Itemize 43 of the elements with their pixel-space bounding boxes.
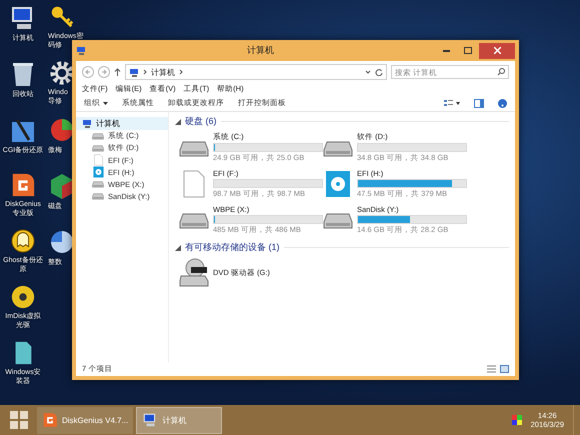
taskbar-button[interactable]: DiskGenius V4.7... — [37, 406, 134, 434]
ghost-icon — [9, 228, 37, 254]
computer-icon — [129, 68, 139, 76]
bin-icon — [11, 60, 35, 88]
dropdown-icon[interactable] — [365, 70, 371, 74]
forward-arrow-icon — [101, 69, 107, 75]
details-view-icon[interactable] — [487, 365, 496, 373]
close-icon — [494, 47, 500, 54]
computer-icon — [82, 119, 92, 128]
window-title: 计算机 — [246, 44, 275, 57]
close-button[interactable] — [479, 42, 515, 58]
up-arrow-icon[interactable] — [114, 68, 121, 76]
collapse-icon — [175, 244, 181, 250]
refresh-icon[interactable] — [375, 68, 383, 76]
help-icon[interactable] — [498, 98, 507, 108]
drive-icon — [92, 144, 104, 152]
computer-icon — [76, 46, 86, 55]
drive-icon — [92, 132, 104, 140]
windows-logo-icon[interactable] — [10, 411, 28, 429]
view-options-icon[interactable] — [444, 99, 460, 107]
dvd-drive-icon — [179, 258, 209, 288]
drive-icon — [92, 180, 104, 188]
usb-drive-icon — [92, 166, 104, 178]
usb-drive-icon — [325, 170, 351, 198]
thumbnail-view-icon[interactable] — [500, 365, 509, 373]
breadcrumb[interactable]: 计算机 — [151, 66, 175, 78]
search-icon — [497, 68, 505, 76]
minimize-icon — [442, 50, 450, 52]
group-header[interactable]: 有可移动存储的设备 (1) — [175, 241, 509, 254]
chevron-icon — [143, 69, 147, 75]
collapse-icon — [175, 118, 181, 124]
address-bar[interactable]: 计算机 — [125, 64, 387, 80]
preview-pane-icon[interactable] — [474, 98, 484, 108]
file-icon — [183, 170, 205, 198]
maximize-icon — [464, 47, 472, 54]
tray-icon[interactable] — [512, 415, 522, 425]
drive-icon — [92, 192, 104, 200]
group-header[interactable]: 硬盘 (6) — [175, 115, 509, 128]
diskgenius-icon — [42, 412, 58, 428]
back-arrow-icon — [85, 69, 91, 75]
nav-item[interactable]: 计算机 — [76, 117, 168, 130]
file-icon — [94, 154, 102, 166]
chevron-icon — [179, 69, 183, 75]
